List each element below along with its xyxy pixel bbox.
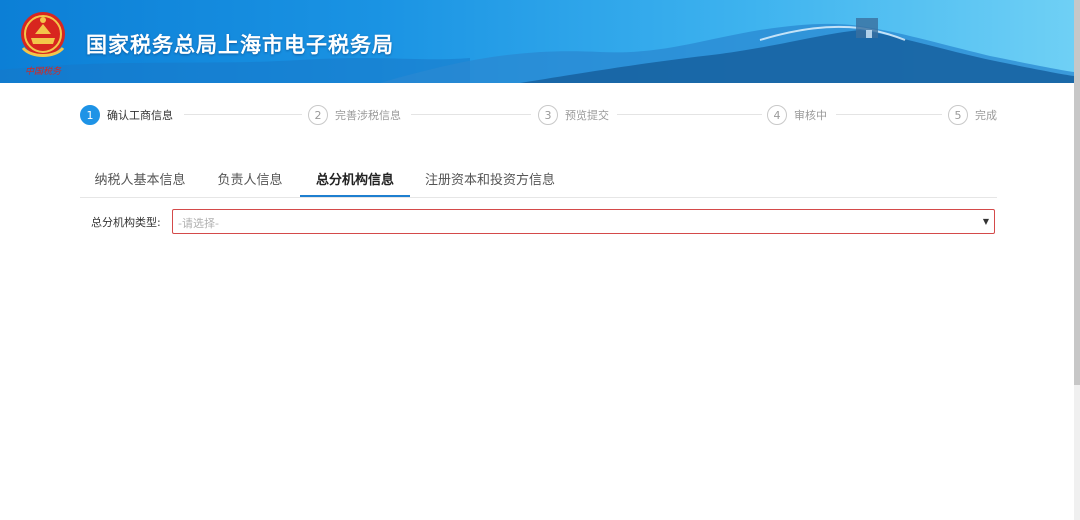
page-scrollbar-thumb[interactable] xyxy=(1074,0,1080,385)
step-label: 确认工商信息 xyxy=(107,109,173,122)
step-connector xyxy=(617,114,762,115)
step-number: 1 xyxy=(80,105,100,125)
step-number: 4 xyxy=(767,105,787,125)
select-placeholder: -请选择- xyxy=(178,217,219,230)
step-label: 完成 xyxy=(975,109,997,122)
national-emblem-logo: 中国税务 xyxy=(17,8,69,78)
branch-type-select[interactable]: -请选择- ▼ xyxy=(172,209,995,234)
site-header: 中国税务 国家税务总局上海市电子税务局 xyxy=(0,0,1074,83)
step-preview-submit: 3 预览提交 xyxy=(538,104,609,126)
step-confirm-business-info: 1 确认工商信息 xyxy=(80,104,173,126)
step-number: 2 xyxy=(308,105,328,125)
caret-down-icon: ▼ xyxy=(982,217,989,226)
step-number: 5 xyxy=(948,105,968,125)
step-number: 3 xyxy=(538,105,558,125)
step-connector xyxy=(184,114,302,115)
tab-responsible-person-info[interactable]: 负责人信息 xyxy=(208,165,292,196)
step-label: 审核中 xyxy=(794,109,827,122)
tab-taxpayer-basic-info[interactable]: 纳税人基本信息 xyxy=(86,165,194,196)
info-tabs: 纳税人基本信息 负责人信息 总分机构信息 注册资本和投资方信息 xyxy=(80,165,997,198)
svg-text:中国税务: 中国税务 xyxy=(25,66,62,77)
step-complete: 5 完成 xyxy=(948,104,997,126)
step-complete-tax-info: 2 完善涉税信息 xyxy=(308,104,401,126)
tab-registered-capital-investor-info[interactable]: 注册资本和投资方信息 xyxy=(422,165,558,196)
step-under-review: 4 审核中 xyxy=(767,104,827,126)
step-connector xyxy=(411,114,531,115)
tab-branch-institution-info[interactable]: 总分机构信息 xyxy=(300,165,410,197)
step-label: 完善涉税信息 xyxy=(335,109,401,122)
step-connector xyxy=(836,114,942,115)
step-label: 预览提交 xyxy=(565,109,609,122)
site-title: 国家税务总局上海市电子税务局 xyxy=(86,33,394,57)
branch-type-label: 总分机构类型: xyxy=(91,216,161,229)
